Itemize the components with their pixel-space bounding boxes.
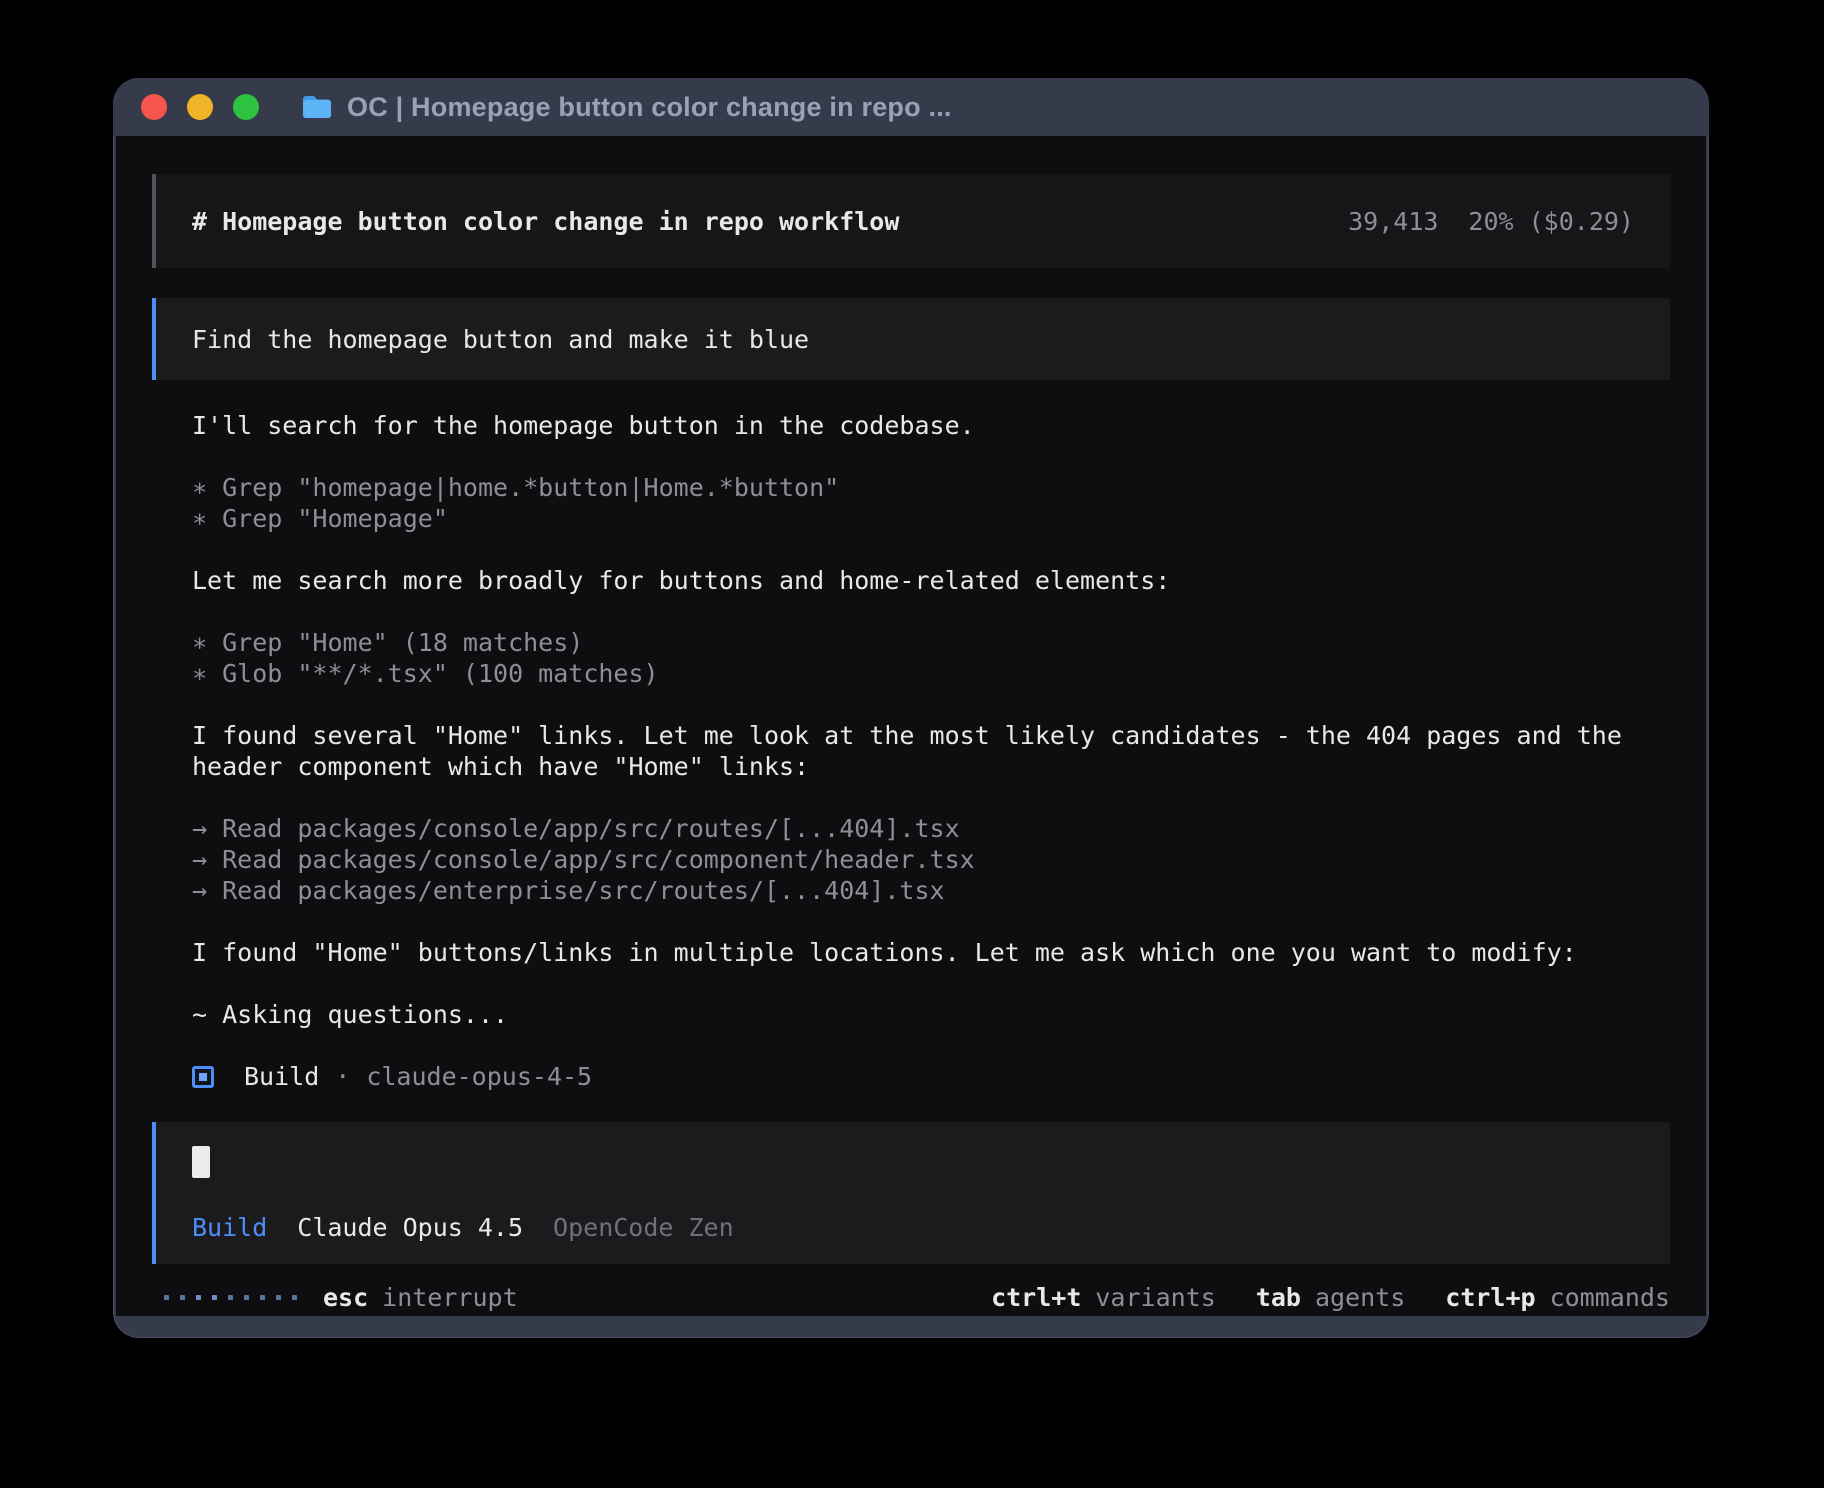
user-message: Find the homepage button and make it blu… <box>152 298 1670 380</box>
agent-model: claude-opus-4-5 <box>366 1061 592 1092</box>
model-name[interactable]: Claude Opus 4.5 <box>297 1213 523 1242</box>
mode-indicator[interactable]: Build <box>192 1213 267 1242</box>
variants-label: variants <box>1095 1283 1215 1312</box>
terminal-window: OC | Homepage button color change in rep… <box>113 78 1709 1338</box>
assistant-text: I found "Home" buttons/links in multiple… <box>192 937 1630 968</box>
terminal-content: # Homepage button color change in repo w… <box>116 136 1706 1316</box>
working-status: ~ Asking questions... <box>192 999 1630 1030</box>
tool-call-read: → Read packages/console/app/src/componen… <box>192 844 1630 875</box>
blank-line <box>192 906 1630 937</box>
tool-call-read: → Read packages/console/app/src/routes/[… <box>192 813 1630 844</box>
conversation-transcript: I'll search for the homepage button in t… <box>152 380 1670 1092</box>
session-header: # Homepage button color change in repo w… <box>152 174 1670 268</box>
assistant-text: I found several "Home" links. Let me loo… <box>192 720 1630 782</box>
tool-call-grep: ∗ Grep "homepage|home.*button|Home.*butt… <box>192 472 1630 503</box>
tool-call-read: → Read packages/enterprise/src/routes/[.… <box>192 875 1630 906</box>
agents-label: agents <box>1315 1283 1405 1312</box>
session-title: # Homepage button color change in repo w… <box>192 207 899 236</box>
status-bar: esc interrupt ctrl+t variants tab agents… <box>152 1280 1670 1314</box>
user-message-text: Find the homepage button and make it blu… <box>192 325 809 354</box>
prompt-input[interactable]: Build Claude Opus 4.5 OpenCode Zen <box>152 1122 1670 1264</box>
text-cursor <box>192 1146 210 1178</box>
agent-status-row: Build · claude-opus-4-5 <box>192 1061 1630 1092</box>
tool-call-glob: ∗ Glob "**/*.tsx" (100 matches) <box>192 658 1630 689</box>
variants-hint: ctrl+t variants <box>991 1283 1216 1312</box>
esc-label: interrupt <box>382 1283 517 1312</box>
blank-line <box>192 596 1630 627</box>
folder-icon <box>301 94 333 120</box>
agents-hint: tab agents <box>1256 1283 1405 1312</box>
separator-dot: · <box>335 1061 350 1092</box>
close-window-button[interactable] <box>141 94 167 120</box>
blank-line <box>192 534 1630 565</box>
provider-name: OpenCode Zen <box>553 1213 734 1242</box>
tab-key: tab <box>1256 1283 1301 1312</box>
ctrl-t-key: ctrl+t <box>991 1283 1081 1312</box>
status-bar-right: ctrl+t variants tab agents ctrl+p comman… <box>991 1283 1670 1312</box>
assistant-text: I'll search for the homepage button in t… <box>192 410 1630 441</box>
zoom-window-button[interactable] <box>233 94 259 120</box>
blank-line <box>192 441 1630 472</box>
titlebar-title-group: OC | Homepage button color change in rep… <box>301 92 952 123</box>
input-status-line: Build Claude Opus 4.5 OpenCode Zen <box>192 1213 1634 1242</box>
window-titlebar[interactable]: OC | Homepage button color change in rep… <box>113 78 1709 136</box>
agent-icon <box>192 1066 214 1088</box>
blank-line <box>192 782 1630 813</box>
ctrl-p-key: ctrl+p <box>1445 1283 1535 1312</box>
tool-call-grep: ∗ Grep "Homepage" <box>192 503 1630 534</box>
commands-label: commands <box>1550 1283 1670 1312</box>
blank-line <box>192 689 1630 720</box>
session-stats: 39,413 20% ($0.29) <box>1348 207 1634 236</box>
context-and-cost: 20% ($0.29) <box>1468 207 1634 236</box>
blank-line <box>192 1030 1630 1061</box>
blank-line <box>192 968 1630 999</box>
esc-key: esc <box>323 1283 368 1312</box>
traffic-lights <box>141 94 259 120</box>
working-spinner-dots <box>164 1295 297 1300</box>
commands-hint: ctrl+p commands <box>1445 1283 1670 1312</box>
token-count: 39,413 <box>1348 207 1438 236</box>
agent-name: Build <box>244 1061 319 1092</box>
window-title: OC | Homepage button color change in rep… <box>347 92 952 123</box>
tool-call-grep: ∗ Grep "Home" (18 matches) <box>192 627 1630 658</box>
status-bar-left: esc interrupt <box>164 1283 518 1312</box>
assistant-text: Let me search more broadly for buttons a… <box>192 565 1630 596</box>
minimize-window-button[interactable] <box>187 94 213 120</box>
interrupt-hint: esc interrupt <box>323 1283 518 1312</box>
